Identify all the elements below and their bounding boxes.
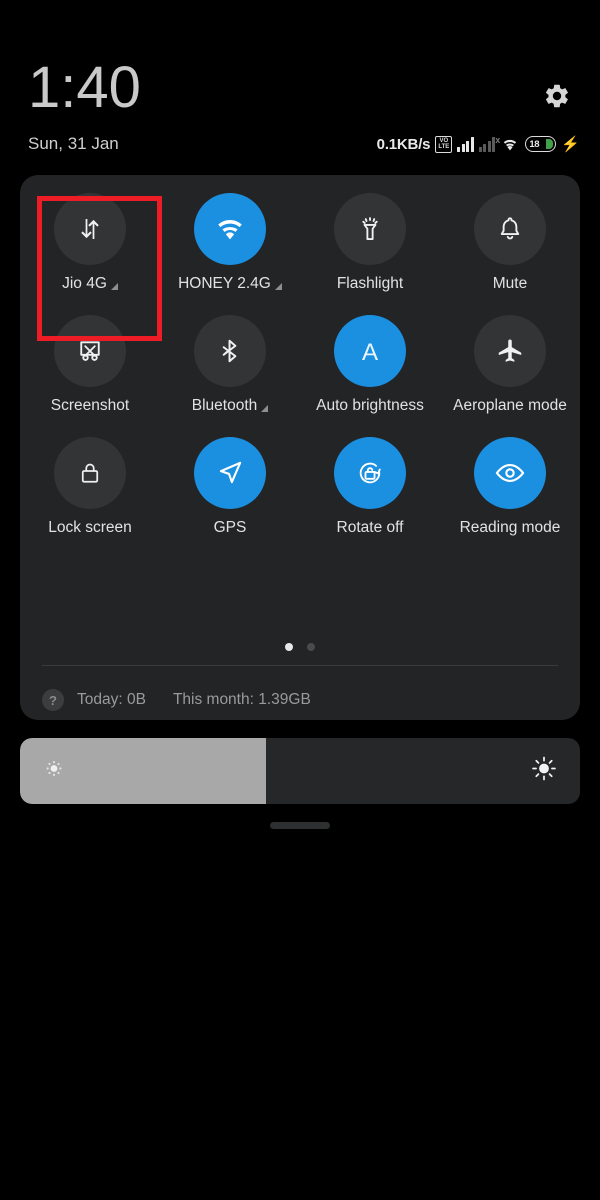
tile-label-text: Reading mode bbox=[459, 519, 561, 536]
android-quick-settings-screen: 1:40 Sun, 31 Jan 0.1KB/s VO LTE x 18 ⚡ J… bbox=[0, 0, 600, 1200]
svg-text:A: A bbox=[362, 339, 379, 366]
tile-label: Screenshot bbox=[51, 397, 129, 415]
page-dot-2[interactable] bbox=[307, 643, 315, 651]
tile-label: Mute bbox=[493, 275, 527, 293]
tile-label-text: Screenshot bbox=[50, 397, 130, 414]
tile-label: GPS bbox=[214, 519, 247, 537]
tile-label-text: HONEY 2.4G bbox=[178, 275, 271, 292]
tile-icon-circle[interactable]: A bbox=[334, 315, 406, 387]
tile-wifi[interactable]: HONEY 2.4G bbox=[160, 193, 300, 293]
tile-bluetooth[interactable]: Bluetooth bbox=[160, 315, 300, 415]
screenshot-icon bbox=[80, 341, 100, 361]
mobile-data-icon bbox=[81, 219, 99, 239]
wifi-icon bbox=[218, 220, 242, 240]
bell-icon bbox=[500, 217, 520, 240]
tile-label-text: Auto brightness bbox=[316, 397, 424, 414]
tile-label: HONEY 2.4G bbox=[178, 275, 282, 293]
quick-settings-tile-grid: Jio 4G HONEY 2.4G Flashlight Mute Screen… bbox=[20, 193, 580, 537]
settings-button[interactable] bbox=[540, 79, 574, 113]
brightness-slider[interactable] bbox=[20, 738, 580, 804]
data-usage-row[interactable]: ? Today: 0B This month: 1.39GB bbox=[42, 680, 558, 720]
tile-icon-circle[interactable] bbox=[194, 315, 266, 387]
data-usage-month: This month: 1.39GB bbox=[172, 691, 311, 708]
chevron-expand-icon[interactable] bbox=[110, 282, 118, 290]
wifi-icon bbox=[504, 139, 517, 151]
tile-label-text: Flashlight bbox=[336, 275, 404, 292]
battery-level-label: 18 bbox=[529, 138, 540, 150]
help-icon[interactable]: ? bbox=[42, 689, 64, 711]
tile-label-text: Lock screen bbox=[48, 519, 132, 536]
tile-icon-circle[interactable] bbox=[334, 437, 406, 509]
brightness-low-icon bbox=[42, 757, 66, 786]
eye-icon bbox=[495, 464, 525, 482]
aeroplane-icon bbox=[498, 339, 522, 362]
tile-label-text: Aeroplane mode bbox=[453, 397, 567, 414]
clock: 1:40 bbox=[28, 55, 141, 120]
tile-label-text: Jio 4G bbox=[62, 275, 107, 292]
tile-label: Auto brightness bbox=[316, 397, 424, 415]
brightness-high-icon bbox=[530, 755, 558, 788]
tile-label: Aeroplane mode bbox=[453, 397, 567, 415]
charging-bolt-icon: ⚡ bbox=[561, 135, 580, 153]
gear-icon bbox=[545, 84, 568, 108]
signal-bars-sim1-icon bbox=[457, 136, 474, 152]
tile-icon-circle[interactable] bbox=[54, 437, 126, 509]
tile-aeroplane-mode[interactable]: Aeroplane mode bbox=[440, 315, 580, 415]
tile-icon-circle[interactable] bbox=[194, 437, 266, 509]
tile-label-text: Bluetooth bbox=[191, 397, 258, 414]
tile-label: Rotate off bbox=[337, 519, 404, 537]
battery-fill bbox=[546, 139, 554, 149]
signal-bars-sim2-icon: x bbox=[478, 135, 500, 152]
tile-rotate-off[interactable]: Rotate off bbox=[300, 437, 440, 537]
location-arrow-icon bbox=[219, 461, 242, 484]
tile-label-text: GPS bbox=[213, 519, 247, 536]
page-indicator[interactable] bbox=[20, 643, 580, 651]
tile-screenshot[interactable]: Screenshot bbox=[20, 315, 160, 415]
tile-lock-screen[interactable]: Lock screen bbox=[20, 437, 160, 537]
chevron-expand-icon[interactable] bbox=[261, 404, 269, 412]
network-speed-label: 0.1KB/s bbox=[376, 135, 431, 153]
bluetooth-icon bbox=[222, 339, 237, 363]
data-usage-today: Today: 0B bbox=[77, 691, 146, 708]
battery-icon: 18 bbox=[525, 136, 557, 152]
tile-mute[interactable]: Mute bbox=[440, 193, 580, 293]
tile-label-text: Rotate off bbox=[336, 519, 404, 536]
tile-label: Flashlight bbox=[337, 275, 403, 293]
volte-icon: VO LTE bbox=[435, 135, 453, 153]
tile-mobile-data[interactable]: Jio 4G bbox=[20, 193, 160, 293]
tile-icon-circle[interactable] bbox=[194, 193, 266, 265]
tile-icon-circle[interactable] bbox=[54, 193, 126, 265]
volte-bottom-text: LTE bbox=[438, 144, 450, 150]
status-header: 1:40 Sun, 31 Jan 0.1KB/s VO LTE x 18 ⚡ bbox=[0, 0, 600, 175]
lock-icon bbox=[81, 463, 99, 483]
chevron-expand-icon[interactable] bbox=[274, 282, 282, 290]
tile-label-text: Mute bbox=[492, 275, 528, 292]
tile-label: Bluetooth bbox=[192, 397, 269, 415]
panel-divider bbox=[42, 665, 558, 666]
tile-icon-circle[interactable] bbox=[474, 193, 546, 265]
tile-label: Lock screen bbox=[48, 519, 132, 537]
status-icons: 0.1KB/s VO LTE x 18 ⚡ bbox=[377, 133, 580, 155]
tile-flashlight[interactable]: Flashlight bbox=[300, 193, 440, 293]
quick-settings-panel: Jio 4G HONEY 2.4G Flashlight Mute Screen… bbox=[20, 175, 580, 720]
auto-brightness-icon: A bbox=[362, 339, 379, 366]
flashlight-icon bbox=[362, 217, 378, 240]
panel-drag-handle[interactable] bbox=[270, 822, 330, 829]
tile-icon-circle[interactable] bbox=[54, 315, 126, 387]
tile-label: Jio 4G bbox=[62, 275, 118, 293]
rotate-lock-icon bbox=[359, 462, 381, 484]
page-dot-1[interactable] bbox=[285, 643, 293, 651]
tile-icon-circle[interactable] bbox=[474, 315, 546, 387]
tile-gps[interactable]: GPS bbox=[160, 437, 300, 537]
sim2-no-service-x: x bbox=[495, 135, 501, 145]
tile-icon-circle[interactable] bbox=[334, 193, 406, 265]
date-label: Sun, 31 Jan bbox=[28, 134, 119, 153]
tile-reading-mode[interactable]: Reading mode bbox=[440, 437, 580, 537]
tile-icon-circle[interactable] bbox=[474, 437, 546, 509]
tile-label: Reading mode bbox=[460, 519, 561, 537]
tile-auto-brightness[interactable]: A Auto brightness bbox=[300, 315, 440, 415]
